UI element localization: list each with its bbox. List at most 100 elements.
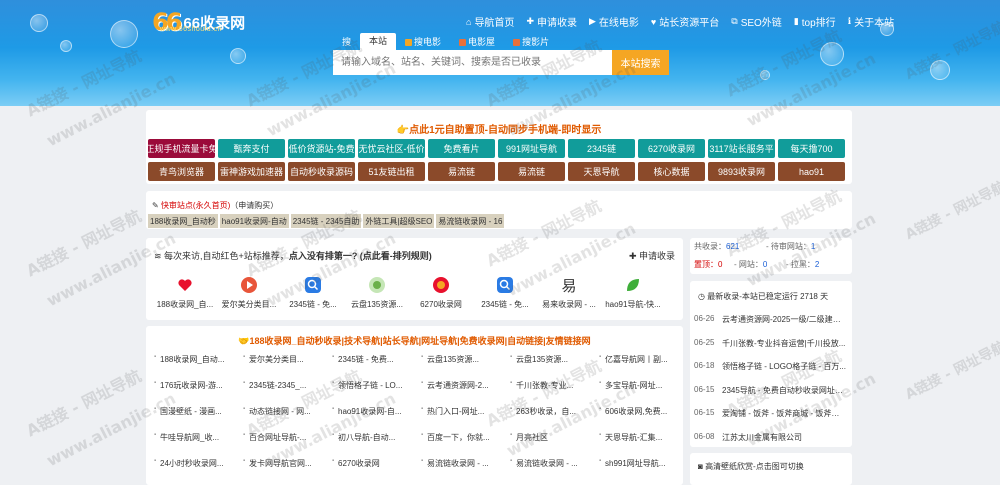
site-link[interactable]: hao91收录网-自... [332,406,412,417]
promo-button[interactable]: 青鸟浏览器 [148,162,215,181]
site-link[interactable]: 24小时秒收录网... [154,458,234,469]
quick-tag[interactable]: 2345链 - 2345自助 [290,214,362,228]
site-link[interactable]: 2345链-2345_... [243,380,323,391]
newest-item[interactable]: 06-15 2345导航 - 免费自动秒收录网址导航 [694,385,846,396]
nav-about[interactable]: ℹ 关于本站 [848,14,894,29]
site-link[interactable]: 2345链 - 免费... [332,354,412,365]
site-link[interactable]: 云盘135资源... [510,354,590,365]
nav-apply[interactable]: ✚ 申请收录 [526,14,577,29]
site-link[interactable]: 动态链接网 - 网... [243,406,323,417]
search-button[interactable]: 本站搜索 [612,50,669,75]
site-link[interactable]: 易流链收录网 - ... [510,458,590,469]
quick-tag[interactable]: 易流链收录网 - 16 [436,214,505,228]
featured-site-label: 2345链 - 免... [289,300,337,309]
featured-site[interactable]: 云盘135资源... [342,275,412,310]
promo-button[interactable]: 9893收录网 [708,162,775,181]
tab-label: 电影屋 [468,37,496,47]
promo-button[interactable]: 2345链 [568,139,635,158]
promo-button[interactable]: hao91 [778,162,845,181]
nav-movies[interactable]: ▶ 在线电影 [589,14,639,29]
newest-title: 千川张教-专业抖音运营|千川投放... [722,338,846,348]
stat-value: 2 [814,260,820,269]
promo-button[interactable]: 无忧云社区-低价 [358,139,425,158]
nav-resources[interactable]: ♥ 站长资源平台 [651,14,719,30]
promo-button[interactable]: 免费看片 [428,139,495,158]
newest-date: 06-25 [694,337,715,347]
search-input[interactable] [333,50,612,75]
promo-button[interactable]: 正规手机流量卡免 [148,139,215,158]
site-link[interactable]: 百度一下，你就... [421,432,501,443]
site-link[interactable]: 月亮社区 [510,432,590,443]
site-link[interactable]: 易流链收录网 - ... [421,458,501,469]
newest-item[interactable]: 06-15 爱淘铺 - 饭斧 - 饭斧商城 - 饭斧官网 [694,408,846,419]
site-link[interactable]: 亿嘉导航网丨副... [599,354,679,365]
stat-label: 待审网站： [770,242,811,251]
site-link[interactable]: 606收录网,免费... [599,406,679,417]
stats-card: 共收录：621 - 待审网站：1 置顶：0 - 网站：0 - 拉黑：2 [690,238,852,274]
site-link[interactable]: 6270收录网 [332,458,412,469]
wallpaper-title[interactable]: ◙ 高清壁纸欣赏-点击图可切换 [698,461,804,472]
site-link[interactable]: 牛哇导航网_收... [154,432,234,443]
site-link[interactable]: 263秒收录，自... [510,406,590,417]
nav-seo[interactable]: ⧉ SEO外链 [731,14,782,29]
tab-search[interactable]: 搜 [333,35,360,50]
promo-button[interactable]: 天恩导航 [568,162,635,181]
promo-button[interactable]: 低价货源站-免费 [288,139,355,158]
nav-home[interactable]: ⌂ 导航首页 [466,14,515,30]
promo-title[interactable]: 👉点此1元自助置顶-自动同步手机端-即时显示 [146,121,852,136]
site-link[interactable]: 天恩导航-汇集... [599,432,679,443]
quick-title-red[interactable]: 快审站点(永久首页) [161,201,230,210]
promo-button[interactable]: 每天撸700 [778,139,845,158]
chart-icon: ▮ [793,16,799,26]
featured-site[interactable]: 6270收录网 [406,275,476,310]
tab-this-site[interactable]: 本站 [360,33,397,50]
link-icon: ⧉ [731,16,738,26]
promo-button[interactable]: 易流链 [428,162,495,181]
promo-button[interactable]: 6270收录网 [638,139,705,158]
featured-site[interactable]: 爱尔美分类目... [214,275,284,310]
quick-tag[interactable]: hao91收录网-自动 [219,214,289,228]
newest-item[interactable]: 06-26 云考通资源网-2025一级/二级建造... [694,314,846,325]
quick-tag[interactable]: 188收录网_自动秒 [148,214,218,228]
featured-site[interactable]: hao91导航-快... [598,275,668,310]
site-link[interactable]: 云盘135资源... [421,354,501,365]
quick-tag[interactable]: 外链工具|超级SEO [363,214,435,228]
promo-button[interactable]: 易流链 [498,162,565,181]
featured-site[interactable]: 2345链 - 免... [470,275,540,310]
site-link[interactable]: 领悟格子链 - LO... [332,380,412,391]
tab-search-film[interactable]: 搜影片 [504,35,558,50]
site-link[interactable]: 千川张教-专业... [510,380,590,391]
site-link[interactable]: 176玩收录网-游... [154,380,234,391]
promo-button[interactable]: 991网址导航 [498,139,565,158]
site-link[interactable]: 188收录网_自动... [154,354,234,365]
site-link[interactable]: 云考通资源网-2... [421,380,501,391]
nav-top[interactable]: ▮ top排行 [794,14,836,29]
promo-button[interactable]: 雷神游戏加速器 [218,162,285,181]
promo-button[interactable]: 自动秒收录源码 [288,162,355,181]
leaf-icon [623,275,643,295]
featured-site[interactable]: 2345链 - 免... [278,275,348,310]
newest-item[interactable]: 06-08 江苏太川金属有限公司 [694,432,846,443]
site-link[interactable]: 多宝导航-网址... [599,380,679,391]
newest-item[interactable]: 06-25 千川张教-专业抖音运营|千川投放... [694,338,846,349]
site-link[interactable]: 爱尔美分类目... [243,354,323,365]
promo-button[interactable]: 3117站长服务平 [708,139,775,158]
site-link[interactable]: 百合网址导航-... [243,432,323,443]
site-link[interactable]: 国漫壁纸 - 漫画... [154,406,234,417]
promo-button[interactable]: 51友链出租 [358,162,425,181]
site-link[interactable]: 初八导航-自动... [332,432,412,443]
site-link[interactable]: sh991网址导航... [599,458,679,469]
quick-tags: 188收录网_自动秒 hao91收录网-自动 2345链 - 2345自助 外链工具|… [148,214,505,228]
promo-button[interactable]: 甄奔支付 [218,139,285,158]
featured-site[interactable]: 188收录网_自... [150,275,220,310]
promo-button[interactable]: 核心数据 [638,162,705,181]
tab-search-movie[interactable]: 搜电影 [396,35,450,50]
quick-title-rest[interactable]: （申请购买） [230,201,278,210]
site-link[interactable]: 热门入口-网址... [421,406,501,417]
stat-included: 共收录：621 [694,241,739,252]
tab-movie-house[interactable]: 电影屋 [450,35,504,50]
featured-site[interactable]: 易易来收录网 - ... [534,275,604,310]
newest-item[interactable]: 06-18 领悟格子链 - LOGO格子链 - 百万... [694,361,846,372]
nav-label: 导航首页 [474,18,515,29]
site-link[interactable]: 发卡网导航官网... [243,458,323,469]
